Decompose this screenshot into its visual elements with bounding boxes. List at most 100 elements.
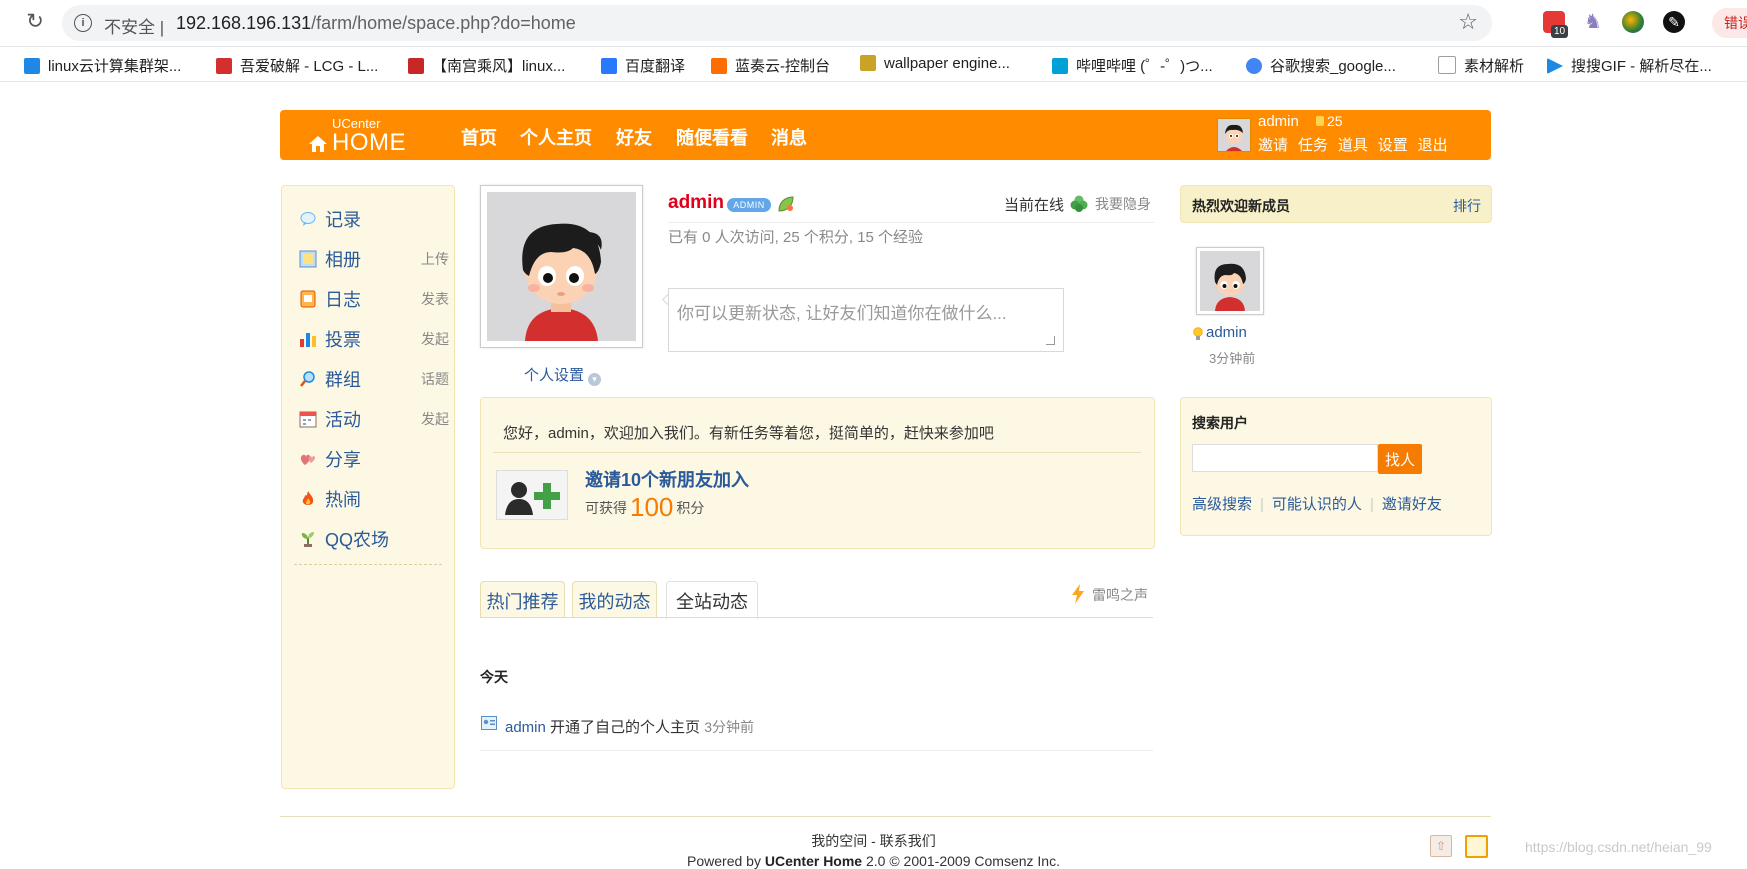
bookmark-item[interactable]: 素材解析 (1438, 55, 1524, 76)
bar-chart-icon (300, 333, 316, 347)
bookmark-star-icon[interactable]: ☆ (1458, 9, 1478, 35)
url-text[interactable]: 192.168.196.131/farm/home/space.php?do=h… (176, 13, 576, 34)
avatar-image (487, 192, 636, 341)
reload-icon[interactable]: ↻ (22, 9, 48, 35)
header-avatar[interactable] (1217, 118, 1251, 152)
user-search-panel: 搜索用户 找人 高级搜索 | 可能认识的人 | 邀请好友 (1180, 397, 1492, 536)
tab-hot[interactable]: 热门推荐 (480, 581, 565, 618)
feed-date-heading: 今天 (480, 669, 508, 685)
bookmark-favicon-icon (860, 55, 876, 71)
bookmark-item[interactable]: 【南宫乘风】linux... (408, 55, 565, 76)
address-bar[interactable]: i 不安全 | 192.168.196.131/farm/home/space.… (62, 5, 1492, 41)
tab-site-activity[interactable]: 全站动态 (666, 581, 758, 619)
task-title-link[interactable]: 邀请10个新朋友加入 (585, 466, 749, 492)
window-icon[interactable] (1465, 835, 1488, 858)
sidebar-action-publish[interactable]: 发表 (421, 289, 449, 309)
bookmark-item[interactable]: 蓝奏云-控制台 (711, 55, 830, 76)
status-input[interactable] (675, 297, 1054, 341)
extension-cat-icon[interactable]: ♞ (1584, 11, 1606, 33)
sidebar-action-start-poll[interactable]: 发起 (421, 329, 449, 349)
status-box (668, 288, 1064, 352)
resize-grip-icon[interactable] (1046, 336, 1055, 345)
nav-messages[interactable]: 消息 (771, 124, 807, 150)
find-user-button[interactable]: 找人 (1378, 444, 1422, 474)
bookmark-item[interactable]: 谷歌搜索_google... (1246, 55, 1396, 76)
bookmark-item[interactable]: 百度翻译 (601, 55, 685, 76)
sidebar-item-trending[interactable]: 热闹 (299, 486, 449, 510)
sidebar-divider (294, 564, 442, 565)
ranking-link[interactable]: 排行 (1453, 196, 1481, 216)
avatar-face-icon (1218, 119, 1250, 151)
user-search-input[interactable] (1192, 444, 1378, 472)
back-arrow-icon[interactable]: ‹ (0, 10, 14, 34)
profile-avatar[interactable] (480, 185, 643, 348)
chevron-down-icon: ▾ (588, 373, 602, 386)
sidebar-item-share[interactable]: 分享 (299, 446, 449, 470)
profile-name[interactable]: admin (668, 192, 724, 214)
browser-toolbar: ‹ ↻ i 不安全 | 192.168.196.131/farm/home/sp… (0, 0, 1747, 47)
sidebar-item-groups[interactable]: 群组 话题 (299, 366, 449, 390)
sidebar-item-events[interactable]: 活动 发起 (299, 406, 449, 430)
sidebar-item-qq-farm[interactable]: QQ农场 (299, 526, 449, 550)
back-to-top-icon[interactable]: ⇧ (1430, 835, 1452, 857)
task-panel: 您好，admin，欢迎加入我们。有新任务等着您，挺简单的，赶快来参加吧 邀请10… (480, 397, 1155, 549)
feed-divider (480, 750, 1153, 751)
header-link-logout[interactable]: 退出 (1418, 137, 1448, 154)
online-status: 当前在线 (1004, 197, 1065, 214)
sprout-icon (301, 532, 314, 547)
people-you-may-know-link[interactable]: 可能认识的人 (1272, 496, 1362, 513)
nav-browse[interactable]: 随便看看 (676, 124, 748, 150)
header-link-tasks[interactable]: 任务 (1298, 137, 1328, 154)
go-invisible-link[interactable]: 我要隐身 (1095, 194, 1151, 214)
sidebar-item-poll[interactable]: 投票 发起 (299, 326, 449, 350)
avatar-image (1200, 251, 1260, 311)
calendar-icon (299, 411, 317, 428)
header-user-links: 邀请 任务 道具 设置 退出 (1258, 134, 1454, 155)
extension-globe-icon[interactable] (1622, 11, 1644, 33)
bookmark-item[interactable]: 哔哩哔哩 (゜-゜)つ... (1052, 55, 1213, 76)
new-members-title: 热烈欢迎新成员 (1192, 198, 1290, 214)
nav-home[interactable]: 首页 (461, 124, 497, 150)
photo-icon (299, 250, 317, 268)
advanced-search-link[interactable]: 高级搜索 (1192, 496, 1252, 513)
nav-profile[interactable]: 个人主页 (520, 124, 592, 150)
lightning-icon (1072, 584, 1084, 604)
profile-settings-link[interactable]: 个人设置 ▾ (524, 364, 602, 386)
bookmark-favicon-icon (408, 58, 424, 74)
profile-divider (668, 222, 1154, 223)
thunder-voice-link[interactable]: 雷鸣之声 (1092, 585, 1148, 605)
bookmark-favicon-icon (711, 58, 727, 74)
sidebar-action-start-event[interactable]: 发起 (421, 409, 449, 429)
sidebar-action-topic[interactable]: 话题 (421, 369, 449, 389)
new-member-avatar[interactable] (1196, 247, 1264, 315)
header-link-invite[interactable]: 邀请 (1258, 137, 1288, 154)
profile-error-chip[interactable]: 错误 (1712, 8, 1747, 38)
bookmark-item[interactable]: 吾爱破解 - LCG - L... (216, 55, 378, 76)
bookmark-item[interactable]: 搜搜GIF - 解析尽在... (1547, 55, 1712, 76)
header-link-settings[interactable]: 设置 (1378, 137, 1408, 154)
profile-stats: 已有 0 人次访问, 25 个积分, 15 个经验 (668, 229, 924, 246)
extension-badge: 10 (1551, 25, 1569, 38)
watermark-text: https://blog.csdn.net/heian_99 (1525, 839, 1712, 855)
sidebar-item-blog[interactable]: 日志 发表 (299, 286, 449, 310)
bookmark-play-icon (1547, 58, 1563, 74)
bookmark-item[interactable]: wallpaper engine... (860, 55, 1010, 72)
bookmark-item[interactable]: linux云计算集群架... (24, 55, 181, 76)
task-reward-value: 100 (630, 492, 674, 522)
sidebar-action-upload[interactable]: 上传 (421, 249, 449, 269)
invite-friends-link[interactable]: 邀请好友 (1382, 496, 1442, 513)
new-member-name[interactable]: admin (1206, 324, 1247, 341)
sidebar-item-records[interactable]: 记录 (299, 206, 449, 230)
header-link-props[interactable]: 道具 (1338, 137, 1368, 154)
extension-tool-icon[interactable]: ✎ (1663, 11, 1685, 33)
info-icon[interactable]: i (74, 14, 92, 32)
sidebar-item-album[interactable]: 相册 上传 (299, 246, 449, 270)
header-username[interactable]: admin (1258, 113, 1299, 130)
new-members-header: 热烈欢迎新成员 排行 (1180, 185, 1492, 223)
feed-user-link[interactable]: admin (505, 719, 546, 736)
bookmark-favicon-icon (1246, 58, 1262, 74)
nav-friends[interactable]: 好友 (616, 124, 652, 150)
home-icon (309, 136, 327, 152)
invite-friends-icon[interactable] (496, 470, 568, 520)
tab-my-activity[interactable]: 我的动态 (572, 581, 657, 618)
